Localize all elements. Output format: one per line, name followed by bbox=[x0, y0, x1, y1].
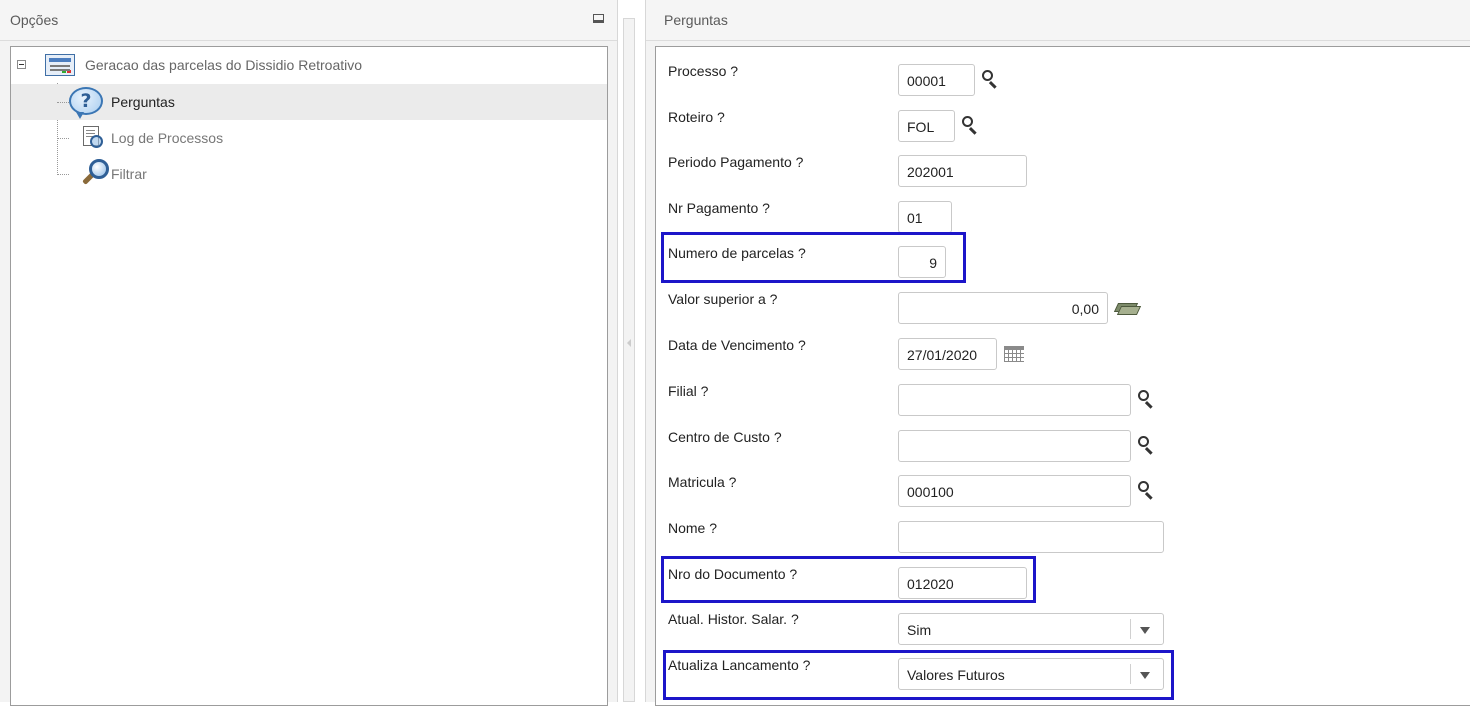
processo-label: Processo ? bbox=[668, 63, 739, 79]
tree-item-label: Log de Processos bbox=[111, 130, 224, 146]
roteiro-label: Roteiro ? bbox=[668, 109, 725, 125]
tree-item-log-de-processos[interactable]: Log de Processos bbox=[11, 120, 607, 156]
questions-form: Processo ? 00001 Roteiro ? FOL Periodo P… bbox=[655, 46, 1470, 706]
nr-pagamento-label: Nr Pagamento ? bbox=[668, 200, 770, 216]
tree-root[interactable]: Geracao das parcelas do Dissidio Retroat… bbox=[11, 47, 607, 83]
search-icon[interactable] bbox=[1138, 390, 1158, 410]
options-panel-title: Opções bbox=[10, 12, 59, 28]
questions-panel-header: Perguntas bbox=[646, 0, 1470, 41]
magnifier-icon bbox=[81, 159, 111, 191]
tree-item-label: Perguntas bbox=[111, 94, 175, 110]
log-icon bbox=[83, 126, 103, 148]
atual-histor-salar-select[interactable]: Sim bbox=[898, 613, 1164, 645]
highlight-nro-documento bbox=[661, 556, 1036, 603]
panel-splitter[interactable] bbox=[623, 18, 635, 702]
collapse-icon[interactable] bbox=[17, 60, 26, 69]
nome-input[interactable] bbox=[898, 521, 1164, 553]
matricula-input[interactable]: 000100 bbox=[898, 475, 1131, 507]
atual-histor-salar-label: Atual. Histor. Salar. ? bbox=[668, 611, 799, 627]
minimize-icon[interactable] bbox=[593, 14, 604, 23]
centro-custo-input[interactable] bbox=[898, 430, 1131, 462]
valor-superior-input[interactable]: 0,00 bbox=[898, 292, 1108, 324]
periodo-pagamento-label: Periodo Pagamento ? bbox=[668, 154, 804, 170]
search-icon[interactable] bbox=[1138, 481, 1158, 501]
routine-window-icon bbox=[45, 54, 75, 76]
options-panel: Opções Geracao das parcelas do Dissidio … bbox=[0, 0, 618, 706]
select-value: Sim bbox=[907, 622, 932, 638]
nome-label: Nome ? bbox=[668, 520, 718, 536]
highlight-numero-parcelas bbox=[661, 232, 966, 283]
chevron-down-icon[interactable] bbox=[1140, 627, 1150, 634]
valor-superior-label: Valor superior a ? bbox=[668, 291, 778, 307]
money-icon[interactable] bbox=[1113, 301, 1142, 315]
periodo-pagamento-input[interactable]: 202001 bbox=[898, 155, 1027, 187]
options-panel-header: Opções bbox=[0, 0, 617, 41]
questions-panel-title: Perguntas bbox=[664, 12, 728, 28]
processo-input[interactable]: 00001 bbox=[898, 64, 975, 96]
filial-input[interactable] bbox=[898, 384, 1131, 416]
nr-pagamento-input[interactable]: 01 bbox=[898, 201, 952, 233]
data-vencimento-input[interactable]: 27/01/2020 bbox=[898, 338, 997, 370]
calendar-icon[interactable] bbox=[1004, 346, 1024, 362]
matricula-label: Matricula ? bbox=[668, 474, 737, 490]
data-vencimento-label: Data de Vencimento ? bbox=[668, 337, 806, 353]
search-icon[interactable] bbox=[962, 116, 982, 136]
tree-item-label: Filtrar bbox=[111, 166, 147, 182]
tree-item-perguntas[interactable]: ? Perguntas bbox=[11, 84, 607, 120]
tree-item-filtrar[interactable]: Filtrar bbox=[11, 156, 607, 192]
search-icon[interactable] bbox=[982, 70, 1002, 90]
collapse-arrow-icon[interactable] bbox=[627, 339, 631, 347]
question-icon: ? bbox=[69, 87, 103, 119]
options-tree: Geracao das parcelas do Dissidio Retroat… bbox=[10, 46, 608, 706]
centro-custo-label: Centro de Custo ? bbox=[668, 429, 782, 445]
questions-panel: Perguntas Processo ? 00001 Roteiro ? FOL… bbox=[645, 0, 1470, 706]
roteiro-input[interactable]: FOL bbox=[898, 110, 955, 142]
filial-label: Filial ? bbox=[668, 383, 709, 399]
highlight-atualiza-lancamento bbox=[663, 650, 1174, 700]
search-icon[interactable] bbox=[1138, 436, 1158, 456]
tree-root-label: Geracao das parcelas do Dissidio Retroat… bbox=[85, 57, 363, 73]
